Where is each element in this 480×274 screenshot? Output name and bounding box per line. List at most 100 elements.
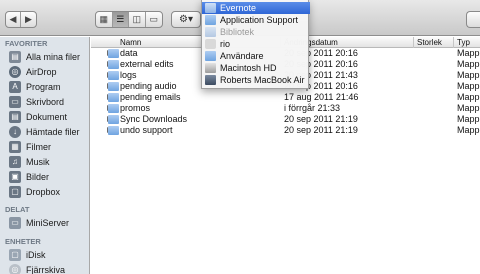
sidebar-item-remote-disc[interactable]: ◎ Fjärrskiva — [0, 262, 90, 274]
sidebar: FAVORITER ▤ Alla mina filer ◎ AirDrop A … — [0, 37, 90, 274]
sidebar-item-label: MiniServer — [26, 217, 70, 228]
sidebar-item-airdrop[interactable]: ◎ AirDrop — [0, 64, 90, 79]
list-icon[interactable]: ☰ — [112, 12, 129, 27]
sidebar-item-label: Musik — [26, 156, 50, 167]
action-gear-button[interactable]: ⚙▾ — [171, 11, 201, 28]
music-icon: ♫ — [9, 155, 21, 168]
idisk-icon: ▢ — [9, 248, 21, 261]
sidebar-item-applications[interactable]: A Program — [0, 79, 90, 94]
table-row[interactable]: Sync Downloads 20 sep 2011 21:19 Mapp — [91, 114, 480, 125]
toolbar-overflow-button[interactable] — [466, 11, 480, 28]
file-name: undo support — [120, 125, 173, 135]
downloads-icon: ↓ — [9, 125, 21, 138]
sidebar-item-label: Program — [26, 81, 61, 92]
table-row[interactable]: undo support 20 sep 2011 21:19 Mapp — [91, 125, 480, 136]
sidebar-item-miniserver[interactable]: ▭ MiniServer — [0, 215, 90, 230]
file-name: data — [120, 48, 138, 58]
sidebar-item-label: iDisk — [26, 249, 46, 260]
menu-item-label: Application Support — [220, 15, 299, 25]
sidebar-item-label: Skrivbord — [26, 96, 65, 107]
path-menu-item-evernote[interactable]: Evernote — [202, 2, 310, 14]
path-menu-item-macintosh-hd[interactable]: Macintosh HD — [202, 62, 310, 74]
columns-icon[interactable]: ◫ — [129, 12, 146, 27]
users-folder-icon — [205, 51, 216, 61]
menu-item-label: Roberts MacBook Air — [220, 75, 305, 85]
file-kind: Mapp — [457, 125, 480, 135]
sidebar-item-downloads[interactable]: ↓ Hämtade filer — [0, 124, 90, 139]
file-name: logs — [120, 70, 137, 80]
menu-item-label: rio — [220, 39, 231, 49]
path-menu: Evernote Application Support Bibliotek r… — [201, 0, 310, 89]
column-divider[interactable] — [413, 37, 414, 48]
sidebar-item-music[interactable]: ♫ Musik — [0, 154, 90, 169]
sidebar-item-all-files[interactable]: ▤ Alla mina filer — [0, 49, 90, 64]
sidebar-item-label: Filmer — [26, 141, 51, 152]
pictures-icon: ▣ — [9, 170, 21, 183]
coverflow-icon[interactable]: ▭ — [146, 12, 162, 27]
path-menu-item-library[interactable]: Bibliotek — [202, 26, 310, 38]
sidebar-item-label: Dropbox — [26, 186, 61, 197]
hard-drive-icon — [205, 63, 216, 73]
sidebar-item-movies[interactable]: ▦ Filmer — [0, 139, 90, 154]
view-buttons: ▦ ☰ ◫ ▭ — [95, 11, 163, 28]
folder-icon — [108, 93, 119, 102]
file-name: Sync Downloads — [120, 114, 188, 124]
file-kind: Mapp — [457, 114, 480, 124]
file-name: pending audio — [120, 81, 177, 91]
sidebar-item-desktop[interactable]: ▭ Skrivbord — [0, 94, 90, 109]
path-menu-item-application-support[interactable]: Application Support — [202, 14, 310, 26]
sidebar-section-shared: DELAT — [5, 205, 30, 214]
sidebar-item-dropbox[interactable]: ▢ Dropbox — [0, 184, 90, 199]
folder-icon — [108, 126, 119, 135]
path-menu-item-home[interactable]: rio — [202, 38, 310, 50]
table-row[interactable]: pending emails 17 aug 2011 21:46 Mapp — [91, 92, 480, 103]
applications-icon: A — [9, 80, 21, 93]
menu-item-label: Användare — [220, 51, 264, 61]
path-menu-item-computer[interactable]: Roberts MacBook Air — [202, 74, 310, 86]
sidebar-item-documents[interactable]: ▤ Dokument — [0, 109, 90, 124]
folder-icon — [108, 82, 119, 91]
column-kind-header[interactable]: Typ — [457, 37, 470, 48]
sidebar-item-label: Bilder — [26, 171, 50, 182]
nav-buttons: ◀ ▶ — [5, 11, 37, 28]
menu-item-label: Bibliotek — [220, 27, 255, 37]
file-kind: Mapp — [457, 48, 480, 58]
sidebar-item-pictures[interactable]: ▣ Bilder — [0, 169, 90, 184]
file-kind: Mapp — [457, 92, 480, 102]
file-date: 20 sep 2011 21:19 — [284, 114, 358, 124]
gear-icon: ⚙▾ — [179, 14, 193, 25]
movies-icon: ▦ — [9, 140, 21, 153]
all-files-icon: ▤ — [9, 50, 21, 63]
dropbox-icon: ▢ — [9, 185, 21, 198]
file-kind: Mapp — [457, 70, 480, 80]
folder-icon — [108, 115, 119, 124]
file-kind: Mapp — [457, 81, 480, 91]
folder-icon — [205, 15, 216, 25]
file-date: 17 aug 2011 21:46 — [284, 92, 359, 102]
folder-icon — [108, 104, 119, 113]
column-size-header[interactable]: Storlek — [417, 37, 442, 48]
file-name: promos — [120, 103, 151, 113]
grid-icon[interactable]: ▦ — [96, 12, 113, 27]
documents-icon: ▤ — [9, 110, 21, 123]
file-name: external edits — [120, 59, 174, 69]
sidebar-item-label: Hämtade filer — [26, 126, 80, 137]
server-icon: ▭ — [9, 216, 21, 229]
sidebar-item-label: AirDrop — [26, 66, 57, 77]
path-menu-item-users[interactable]: Användare — [202, 50, 310, 62]
menu-item-label: Evernote — [220, 3, 257, 13]
sidebar-section-favorites: FAVORITER — [5, 39, 48, 48]
folder-icon — [205, 3, 216, 13]
column-name-header[interactable]: Namn — [120, 37, 141, 48]
file-kind: Mapp — [457, 103, 480, 113]
sidebar-item-label: Fjärrskiva — [26, 264, 66, 274]
file-kind: Mapp — [457, 59, 480, 69]
chevron-right-icon[interactable]: ▶ — [21, 12, 36, 27]
computer-icon — [205, 75, 216, 85]
sidebar-item-idisk[interactable]: ▢ iDisk — [0, 247, 90, 262]
table-row[interactable]: promos i förrgår 21:33 Mapp — [91, 103, 480, 114]
menu-item-label: Macintosh HD — [220, 63, 277, 73]
chevron-left-icon[interactable]: ◀ — [6, 12, 22, 27]
file-date: i förrgår 21:33 — [284, 103, 341, 113]
column-divider[interactable] — [453, 37, 454, 48]
